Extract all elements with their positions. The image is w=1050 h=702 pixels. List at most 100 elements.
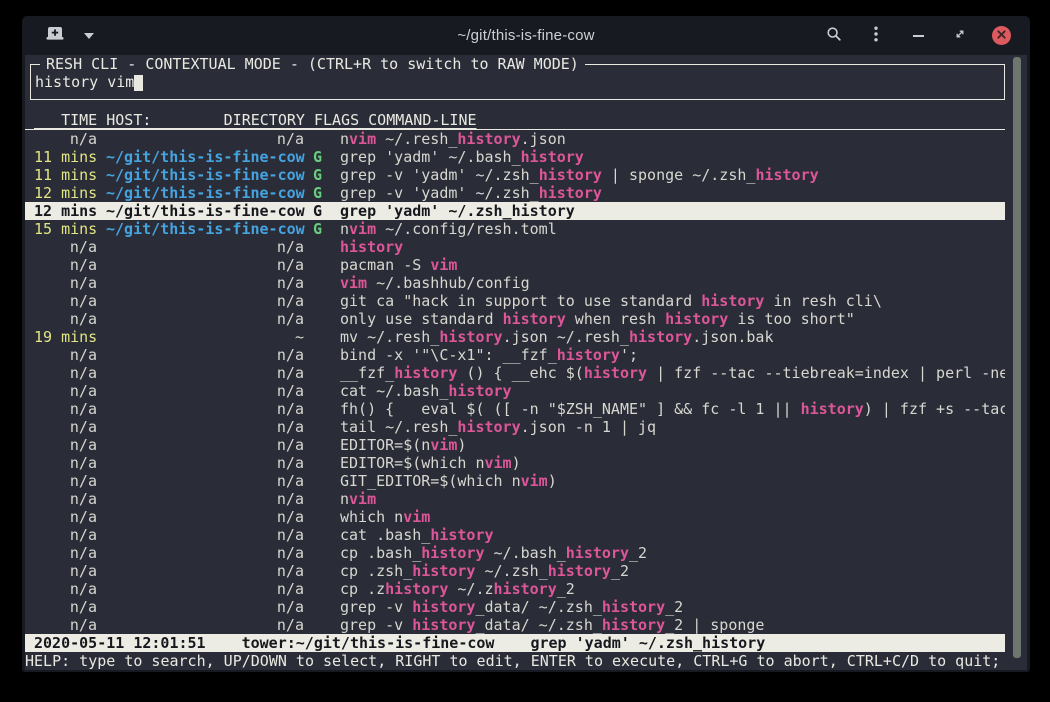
- row-time: 15 mins: [34, 220, 97, 238]
- row-command: grep 'yadm' ~/.bash_history: [331, 148, 1005, 166]
- restore-button[interactable]: [950, 25, 970, 47]
- row-time: 19 mins: [34, 328, 97, 346]
- row-time: n/a: [34, 454, 97, 472]
- history-row[interactable]: n/an/a__fzf_history () { __ehc $(history…: [25, 364, 1005, 382]
- search-query-text: history vim: [35, 73, 134, 91]
- history-row[interactable]: 12 mins~/git/this-is-fine-cowGgrep 'yadm…: [25, 202, 1005, 220]
- row-directory: n/a: [106, 400, 304, 418]
- scrollbar-thumb[interactable]: [1013, 57, 1021, 658]
- kebab-menu-icon: [874, 26, 878, 45]
- history-row[interactable]: n/an/aGIT_EDITOR=$(which nvim): [25, 472, 1005, 490]
- row-command: cp .zhistory ~/.zhistory_2: [331, 580, 1005, 598]
- row-time: n/a: [34, 346, 97, 364]
- row-flags: [313, 472, 322, 490]
- row-time: n/a: [34, 616, 97, 634]
- row-flags: [313, 328, 322, 346]
- row-time: n/a: [34, 580, 97, 598]
- row-directory: n/a: [106, 436, 304, 454]
- resh-mode-label: RESH CLI - CONTEXTUAL MODE - (CTRL+R to …: [40, 55, 585, 74]
- row-directory: n/a: [106, 418, 304, 436]
- row-directory: n/a: [106, 238, 304, 256]
- titlebar: ~/git/this-is-fine-cow: [22, 16, 1030, 55]
- row-command: cat .bash_history: [331, 526, 1005, 544]
- row-flags: [313, 274, 322, 292]
- history-row[interactable]: 15 mins~/git/this-is-fine-cowGnvim ~/.co…: [25, 220, 1005, 238]
- history-row[interactable]: n/an/abind -x '"\C-x1": __fzf_history';: [25, 346, 1005, 364]
- row-command: nvim ~/.resh_history.json: [331, 130, 1005, 148]
- tab-dropdown-button[interactable]: [79, 25, 99, 47]
- history-row[interactable]: n/a n/a history: [25, 238, 1005, 256]
- history-row[interactable]: n/an/anvim: [25, 490, 1005, 508]
- history-row[interactable]: n/an/anvim ~/.resh_history.json: [25, 130, 1005, 148]
- row-time: n/a: [34, 400, 97, 418]
- row-time: 11 mins: [34, 166, 97, 184]
- row-flags: [313, 346, 322, 364]
- row-flags: [313, 292, 322, 310]
- history-row[interactable]: 11 mins~/git/this-is-fine-cowGgrep 'yadm…: [25, 148, 1005, 166]
- row-time: n/a: [34, 472, 97, 490]
- row-flags: [313, 490, 322, 508]
- row-command: grep -v history_data/ ~/.zsh_history_2: [331, 598, 1005, 616]
- history-row[interactable]: 11 mins~/git/this-is-fine-cowGgrep -v 'y…: [25, 166, 1005, 184]
- row-time: n/a: [34, 256, 97, 274]
- history-row[interactable]: n/an/avim ~/.bashhub/config: [25, 274, 1005, 292]
- history-row[interactable]: n/an/acat ~/.bash_history: [25, 382, 1005, 400]
- history-row[interactable]: n/an/apacman -S vim: [25, 256, 1005, 274]
- history-row[interactable]: n/an/aonly use standard history when res…: [25, 310, 1005, 328]
- row-time: n/a: [34, 238, 97, 256]
- row-flags: [313, 130, 322, 148]
- history-row[interactable]: n/a n/a grep -v history_data/ ~/.zsh_histo…: [25, 616, 1005, 634]
- row-directory: ~/git/this-is-fine-cow: [106, 202, 304, 220]
- history-row[interactable]: n/an/acp .zhistory ~/.zhistory_2: [25, 580, 1005, 598]
- history-row[interactable]: n/an/afh() { eval $( ([ -n "$ZSH_NAME" ]…: [25, 400, 1005, 418]
- row-directory: n/a: [106, 382, 304, 400]
- row-command: only use standard history when resh hist…: [331, 310, 1005, 328]
- history-row[interactable]: n/an/acp .zsh_history ~/.zsh_history_2: [25, 562, 1005, 580]
- row-time: n/a: [34, 526, 97, 544]
- terminal-window: ~/git/this-is-fine-cow: [22, 16, 1030, 672]
- row-flags: [313, 310, 322, 328]
- row-directory: ~/git/this-is-fine-cow: [106, 220, 304, 238]
- row-flags: [313, 238, 322, 256]
- row-command: nvim: [331, 490, 1005, 508]
- row-directory: n/a: [106, 292, 304, 310]
- close-button[interactable]: [992, 26, 1011, 45]
- row-command: cp .zsh_history ~/.zsh_history_2: [331, 562, 1005, 580]
- row-directory: n/a: [106, 490, 304, 508]
- row-time: n/a: [34, 436, 97, 454]
- row-time: n/a: [34, 598, 97, 616]
- search-button[interactable]: [824, 25, 844, 47]
- row-command: history: [331, 238, 1005, 256]
- history-row[interactable]: n/an/aEDITOR=$(which nvim): [25, 454, 1005, 472]
- row-directory: ~: [106, 328, 304, 346]
- terminal-screen: RESH CLI - CONTEXTUAL MODE - (CTRL+R to …: [25, 55, 1027, 670]
- history-row[interactable]: n/an/agrep -v history_data/ ~/.zsh_histo…: [25, 598, 1005, 616]
- new-tab-button[interactable]: [45, 25, 65, 47]
- row-command: bind -x '"\C-x1": __fzf_history';: [331, 346, 1005, 364]
- row-command: grep -v history_data/ ~/.zsh_history_2 |…: [331, 616, 1005, 634]
- row-time: 12 mins: [34, 184, 97, 202]
- history-row[interactable]: 19 mins ~ mv ~/.resh_history.json ~/.resh_…: [25, 328, 1005, 346]
- row-directory: ~/git/this-is-fine-cow: [106, 148, 304, 166]
- history-row[interactable]: 12 mins~/git/this-is-fine-cowGgrep -v 'y…: [25, 184, 1005, 202]
- row-directory: n/a: [106, 508, 304, 526]
- row-directory: n/a: [106, 130, 304, 148]
- history-row[interactable]: n/an/atail ~/.resh_history.json -n 1 | j…: [25, 418, 1005, 436]
- history-row[interactable]: n/an/aEDITOR=$(nvim): [25, 436, 1005, 454]
- scrollbar[interactable]: [1011, 55, 1021, 670]
- row-flags: [313, 418, 322, 436]
- row-flags: [313, 562, 322, 580]
- history-row[interactable]: n/an/acat .bash_history: [25, 526, 1005, 544]
- chevron-down-icon: [84, 33, 94, 39]
- row-command: __fzf_history () { __ehc $(history | fzf…: [331, 364, 1005, 382]
- history-row[interactable]: n/an/acp .bash_history ~/.bash_history_2: [25, 544, 1005, 562]
- row-flags: [313, 454, 322, 472]
- resh-search-box: RESH CLI - CONTEXTUAL MODE - (CTRL+R to …: [30, 64, 1005, 100]
- row-command: cp .bash_history ~/.bash_history_2: [331, 544, 1005, 562]
- history-row[interactable]: n/an/awhich nvim: [25, 508, 1005, 526]
- minimize-button[interactable]: [908, 25, 928, 47]
- row-command: mv ~/.resh_history.json ~/.resh_history.…: [331, 328, 1005, 346]
- history-row[interactable]: n/an/agit ca "hack in support to use sta…: [25, 292, 1005, 310]
- menu-button[interactable]: [866, 25, 886, 47]
- row-directory: n/a: [106, 616, 304, 634]
